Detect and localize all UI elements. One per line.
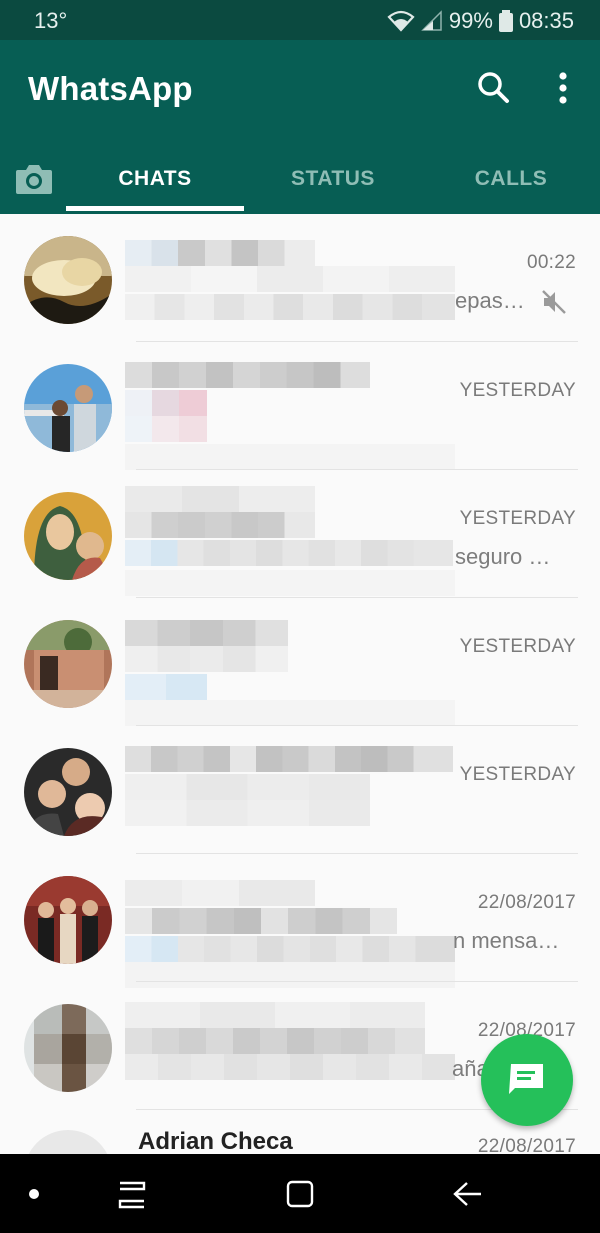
redacted-preview: [125, 774, 370, 800]
tab-chats[interactable]: CHATS: [66, 144, 244, 214]
avatar[interactable]: [24, 492, 112, 580]
avatar[interactable]: [24, 236, 112, 324]
tab-status[interactable]: STATUS: [244, 144, 422, 214]
camera-icon[interactable]: [12, 158, 56, 198]
redacted-name: [125, 362, 370, 388]
status-bar: 13° 99% 08:35: [0, 0, 600, 40]
avatar[interactable]: [24, 1004, 112, 1092]
redacted-preview: [125, 1054, 455, 1080]
chat-name: Adrian Checa: [138, 1128, 293, 1154]
tab-calls[interactable]: CALLS: [422, 144, 600, 214]
redacted-preview: [125, 540, 453, 566]
battery-text: 99%: [448, 8, 493, 33]
redacted-name: [125, 1002, 425, 1028]
tab-bar: CHATS STATUS CALLS: [0, 144, 600, 214]
app-title: WhatsApp: [28, 70, 193, 107]
chat-row[interactable]: YESTERDAY: [0, 342, 600, 470]
redacted-name: [125, 240, 315, 266]
back-icon[interactable]: [448, 1174, 488, 1214]
redacted-name: [125, 908, 397, 934]
system-nav-bar: [0, 1154, 600, 1233]
redacted-preview: [125, 936, 455, 962]
mute-icon: [540, 288, 568, 321]
signal-icon: [421, 10, 443, 32]
redacted-name: [125, 486, 315, 512]
redacted-preview: [125, 390, 207, 416]
redacted-name: [125, 746, 453, 772]
chat-time: 00:22: [526, 252, 576, 273]
avatar[interactable]: [24, 876, 112, 964]
chat-time: YESTERDAY: [459, 764, 576, 785]
redacted-preview: [125, 674, 207, 700]
redacted-preview: [125, 444, 455, 470]
chat-preview: seguro …: [455, 544, 551, 569]
redacted-name: [125, 880, 315, 906]
redacted-preview: [125, 700, 455, 726]
chat-row[interactable]: YESTERDAY seguro …: [0, 470, 600, 598]
avatar[interactable]: [24, 620, 112, 708]
chat-time: 22/08/2017: [477, 892, 576, 913]
avatar[interactable]: [24, 364, 112, 452]
home-icon[interactable]: [280, 1174, 320, 1214]
wifi-icon: [387, 10, 415, 32]
redacted-name: [125, 512, 315, 538]
chat-row[interactable]: 22/08/2017 n mensa…: [0, 854, 600, 988]
status-icons: 99% 08:35: [387, 8, 574, 34]
redacted-name: [125, 1028, 425, 1054]
redacted-preview: [125, 570, 455, 596]
new-chat-icon: [507, 1060, 547, 1101]
avatar[interactable]: [24, 748, 112, 836]
redacted-name: [125, 620, 288, 646]
redacted-preview: [125, 266, 455, 292]
more-vert-icon[interactable]: [548, 68, 578, 108]
redacted-preview: [125, 800, 370, 826]
chat-row[interactable]: 00:22 epas…: [0, 214, 600, 342]
dot-icon[interactable]: [14, 1174, 54, 1214]
chat-time: 22/08/2017: [477, 1136, 576, 1154]
chat-preview: n mensa…: [453, 928, 560, 953]
redacted-preview: [125, 646, 288, 672]
redacted-preview: [125, 416, 207, 442]
redacted-preview: [125, 294, 455, 320]
battery-icon: [498, 10, 513, 32]
new-chat-button[interactable]: [481, 1034, 573, 1126]
clock-text: 08:35: [518, 8, 574, 33]
app-bar: WhatsApp CHATS STATUS CALLS: [0, 40, 600, 214]
temperature-text: 13°: [34, 8, 68, 33]
tab-indicator: [66, 206, 244, 211]
chat-list[interactable]: 00:22 epas… YESTERDAY YESTERDAY seguro …: [0, 214, 600, 1154]
chat-time: YESTERDAY: [459, 508, 576, 529]
chat-preview: epas…: [455, 288, 525, 313]
chat-time: YESTERDAY: [459, 380, 576, 401]
chat-row[interactable]: YESTERDAY: [0, 726, 600, 854]
avatar[interactable]: [24, 1130, 112, 1154]
chat-time: YESTERDAY: [459, 636, 576, 657]
chat-row[interactable]: YESTERDAY: [0, 598, 600, 726]
search-icon[interactable]: [474, 68, 514, 108]
recents-icon[interactable]: [112, 1174, 152, 1214]
